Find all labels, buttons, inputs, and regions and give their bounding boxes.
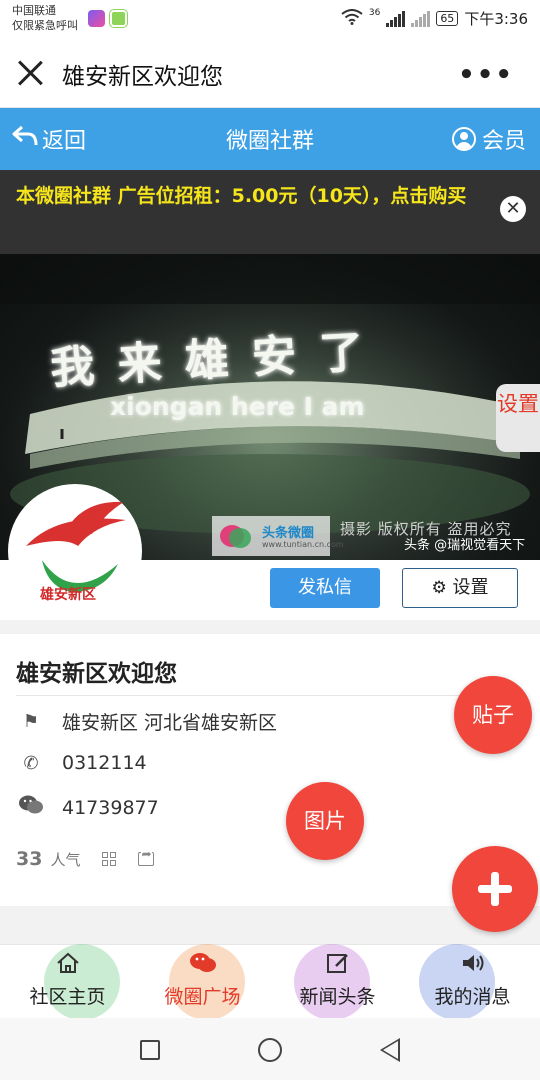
home-button-icon[interactable] xyxy=(258,1038,282,1062)
carrier-name: 中国联通 xyxy=(12,4,56,17)
popularity-row: 33 人气 xyxy=(16,847,155,870)
watermark-brand: 头条微圈 xyxy=(262,526,315,541)
back-nav-icon[interactable] xyxy=(380,1038,400,1062)
wechat-icon xyxy=(16,794,46,821)
ad-text[interactable]: 本微圈社群 广告位招租：5.00元（10天），点击购买 xyxy=(16,182,486,211)
community-title: 雄安新区欢迎您 xyxy=(16,661,177,687)
tab-label: 新闻头条 xyxy=(299,986,376,1008)
image-fab-button[interactable]: 图片 xyxy=(286,782,364,860)
divider xyxy=(16,695,486,696)
battery-icon: 65 xyxy=(436,11,459,26)
window-title: 雄安新区欢迎您 xyxy=(62,64,223,90)
settings-label: 设置 xyxy=(452,577,489,598)
wechat-row[interactable]: 41739877 xyxy=(16,794,159,821)
tab-community-home[interactable]: 社区主页 xyxy=(0,944,135,1020)
emergency-text: 仅限紧急呼叫 xyxy=(12,19,78,32)
photo-credit: 头条 @瑞视觉看天下 xyxy=(404,538,526,553)
wifi-icon xyxy=(341,8,363,29)
watermark-url: www.tuntian.cn.com xyxy=(262,540,344,549)
notification-app-icon xyxy=(109,9,128,28)
tab-label: 社区主页 xyxy=(29,986,106,1008)
home-icon xyxy=(0,952,135,980)
speaker-icon xyxy=(405,952,540,980)
ad-banner[interactable]: 本微圈社群 广告位招租：5.00元（10天），点击购买 xyxy=(0,170,540,254)
gear-icon: ⚙ xyxy=(431,578,447,598)
community-nav-bar: 返回 微圈社群 会员 xyxy=(0,108,540,170)
network-type: 36 xyxy=(368,8,381,18)
phone-row[interactable]: ✆ 0312114 xyxy=(16,752,147,774)
tab-news[interactable]: 新闻头条 xyxy=(270,944,405,1020)
tab-my-messages[interactable]: 我的消息 xyxy=(405,944,540,1020)
popularity-count: 33 xyxy=(16,848,43,870)
settings-button[interactable]: ⚙ 设置 xyxy=(402,568,518,608)
signal-icon xyxy=(386,10,406,27)
send-message-button[interactable]: 发私信 xyxy=(270,568,380,608)
clock: 下午3:36 xyxy=(464,10,528,28)
user-icon xyxy=(451,127,476,151)
cover-subline: xiongan here I am xyxy=(110,392,365,421)
share-icon[interactable] xyxy=(138,847,155,866)
add-fab-button[interactable] xyxy=(452,846,538,932)
logo-name: 雄安新区 xyxy=(40,587,96,603)
edit-icon xyxy=(270,952,405,980)
phone-text: 0312114 xyxy=(62,752,147,774)
more-menu-icon[interactable]: ••• xyxy=(458,60,514,90)
notification-app-icon xyxy=(88,10,105,27)
recent-apps-icon[interactable] xyxy=(140,1040,160,1060)
tab-label: 我的消息 xyxy=(434,986,511,1008)
window-title-bar: 雄安新区欢迎您 ••• xyxy=(0,40,540,108)
watermark-logo-icon xyxy=(218,520,254,554)
address-text: 雄安新区 河北省雄安新区 xyxy=(62,712,278,734)
post-fab-button[interactable]: 贴子 xyxy=(454,676,532,754)
close-icon[interactable] xyxy=(16,59,44,87)
carrier-info: 中国联通 仅限紧急呼叫 xyxy=(12,3,78,33)
close-ad-icon[interactable]: ✕ xyxy=(500,196,526,222)
popularity-label: 人气 xyxy=(50,850,81,869)
status-bar: 中国联通 仅限紧急呼叫 36 65 下午3:36 xyxy=(0,0,540,40)
wechat-icon xyxy=(135,952,270,980)
signal-icon-sim2 xyxy=(411,10,431,27)
tab-circle-square[interactable]: 微圈广场 xyxy=(135,944,270,1020)
status-right: 36 65 下午3:36 xyxy=(341,8,528,29)
flag-icon: ⚑ xyxy=(22,711,40,732)
cover-setting-tab[interactable]: 设置 xyxy=(496,384,540,452)
phone-icon: ✆ xyxy=(23,752,39,774)
qrcode-icon[interactable] xyxy=(102,852,117,866)
address-row[interactable]: ⚑ 雄安新区 河北省雄安新区 xyxy=(16,708,277,735)
tab-label: 微圈广场 xyxy=(164,986,241,1008)
wechat-id: 41739877 xyxy=(62,796,159,819)
member-label: 会员 xyxy=(481,129,526,154)
member-button[interactable]: 会员 xyxy=(451,123,526,155)
